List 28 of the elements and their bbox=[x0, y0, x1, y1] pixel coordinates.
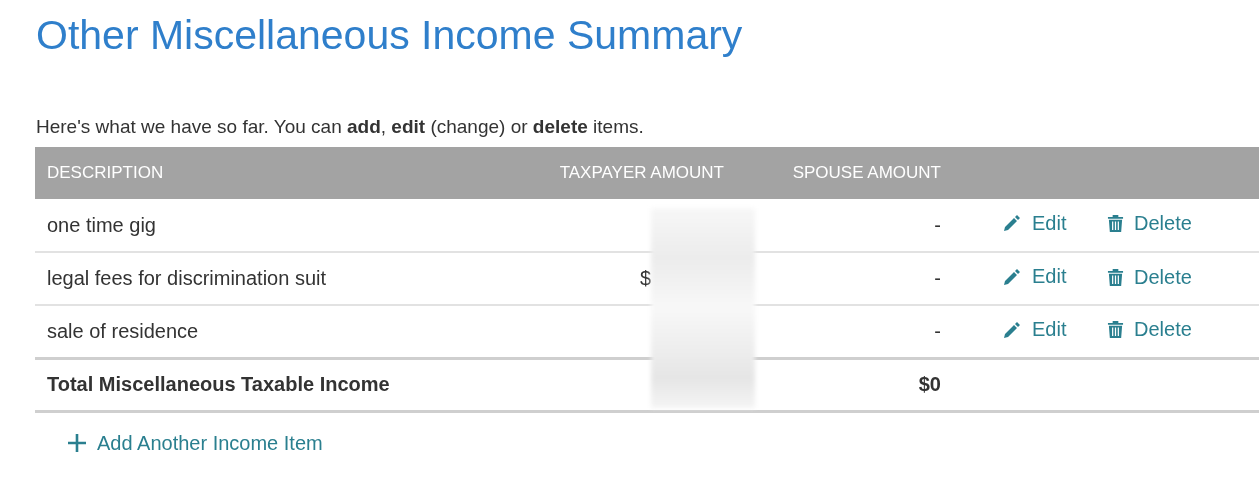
edit-link[interactable]: Edit bbox=[1002, 318, 1067, 341]
intro-text: Here's what we have so far. You can add, edit (change) or delete items. bbox=[36, 115, 645, 139]
trash-icon bbox=[1107, 320, 1124, 340]
add-item-link[interactable]: Add Another Income Item bbox=[67, 431, 323, 455]
column-header: SPOUSE AMOUNT bbox=[792, 163, 941, 182]
amount-cell: - bbox=[934, 213, 941, 236]
delete-link[interactable]: Delete bbox=[1107, 212, 1192, 235]
pencil-icon bbox=[1002, 319, 1022, 340]
plus-icon bbox=[67, 433, 87, 453]
description-cell: one time gig bbox=[47, 213, 156, 236]
page-title: Other Miscellaneous Income Summary bbox=[35, 11, 744, 60]
trash-icon bbox=[1107, 267, 1124, 287]
description-cell: legal fees for discrimination suit bbox=[47, 267, 326, 289]
delete-link[interactable]: Delete bbox=[1107, 265, 1192, 289]
pencil-icon bbox=[1002, 213, 1022, 234]
column-header: DESCRIPTION bbox=[47, 163, 164, 182]
delete-link[interactable]: Delete bbox=[1107, 318, 1192, 342]
amount-cell: - bbox=[934, 319, 941, 342]
edit-link[interactable]: Edit bbox=[1002, 265, 1067, 289]
description-cell: sale of residence bbox=[47, 319, 199, 342]
column-header: TAXPAYER AMOUNT bbox=[559, 163, 724, 182]
edit-link[interactable]: Edit bbox=[1002, 211, 1067, 235]
amount-cell: - bbox=[934, 267, 941, 289]
pencil-icon bbox=[1002, 266, 1022, 287]
amount-cell: $ bbox=[639, 267, 651, 289]
total-amount: $0 bbox=[918, 373, 941, 395]
total-label: Total Miscellaneous Taxable Income bbox=[47, 373, 390, 395]
trash-icon bbox=[1107, 214, 1124, 233]
